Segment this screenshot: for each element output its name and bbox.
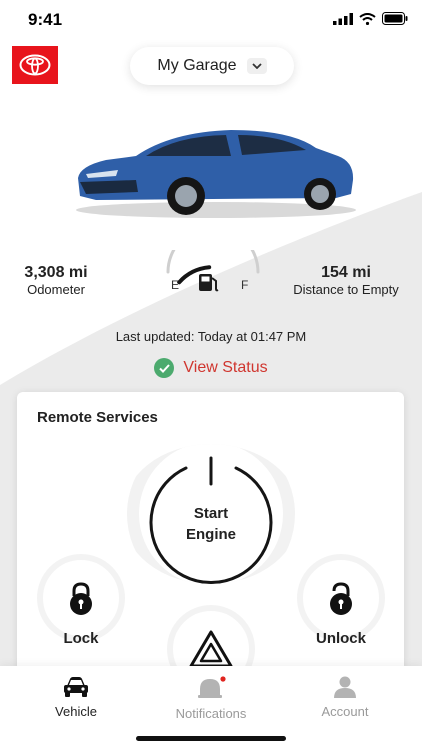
remote-services-card: Remote Services Start Engine Lock Unlock <box>17 392 404 693</box>
status-bar-time: 9:41 <box>28 10 63 29</box>
tab-notifications-label: Notifications <box>175 706 247 721</box>
unlock-icon <box>330 582 352 615</box>
start-engine-line2: Engine <box>186 526 236 543</box>
brand-logo <box>12 46 58 84</box>
notification-dot <box>220 676 226 682</box>
last-updated-text: Last updated: Today at 01:47 PM <box>115 329 307 344</box>
start-engine-line1: Start <box>194 505 228 522</box>
lock-button[interactable] <box>37 554 125 642</box>
person-icon <box>334 676 356 698</box>
fuel-pump-icon <box>199 274 219 292</box>
lock-icon <box>70 582 92 615</box>
bell-icon <box>198 676 226 698</box>
home-indicator <box>136 736 286 741</box>
toyota-logo-icon <box>19 54 51 76</box>
wifi-icon <box>359 12 376 25</box>
tab-account[interactable]: Account <box>295 676 395 719</box>
garage-selector[interactable]: My Garage <box>130 47 294 85</box>
unlock-button[interactable] <box>297 554 385 642</box>
odometer-value: 3,308 mi <box>24 264 88 281</box>
lock-label: Lock <box>63 630 99 647</box>
unlock-label: Unlock <box>315 630 366 647</box>
tab-vehicle[interactable]: Vehicle <box>26 676 126 719</box>
garage-label: My Garage <box>157 57 237 74</box>
odometer: 3,308 mi Odometer <box>10 264 102 297</box>
tab-vehicle-label: Vehicle <box>55 704 97 719</box>
check-circle-icon <box>154 358 175 378</box>
chevron-down-icon <box>246 58 267 74</box>
distance-value: 154 mi <box>321 264 371 281</box>
remote-services-title: Remote Services <box>37 409 158 426</box>
fuel-gauge <box>166 250 260 292</box>
tab-account-label: Account <box>321 704 369 719</box>
vehicle-image <box>76 130 356 218</box>
signal-icon <box>333 12 353 25</box>
view-status-link[interactable]: View Status <box>0 358 422 378</box>
car-icon <box>64 677 88 697</box>
distance-to-empty: 154 mi Distance to Empty <box>282 264 410 297</box>
battery-icon <box>382 12 408 25</box>
status-bar-icons <box>333 12 408 25</box>
odometer-label: Odometer <box>27 282 85 297</box>
view-status-label: View Status <box>183 359 268 376</box>
tab-notifications[interactable]: Notifications <box>161 676 261 721</box>
distance-label: Distance to Empty <box>293 282 399 297</box>
hazard-icon <box>189 630 233 668</box>
start-engine-button[interactable]: Start Engine <box>122 444 300 584</box>
